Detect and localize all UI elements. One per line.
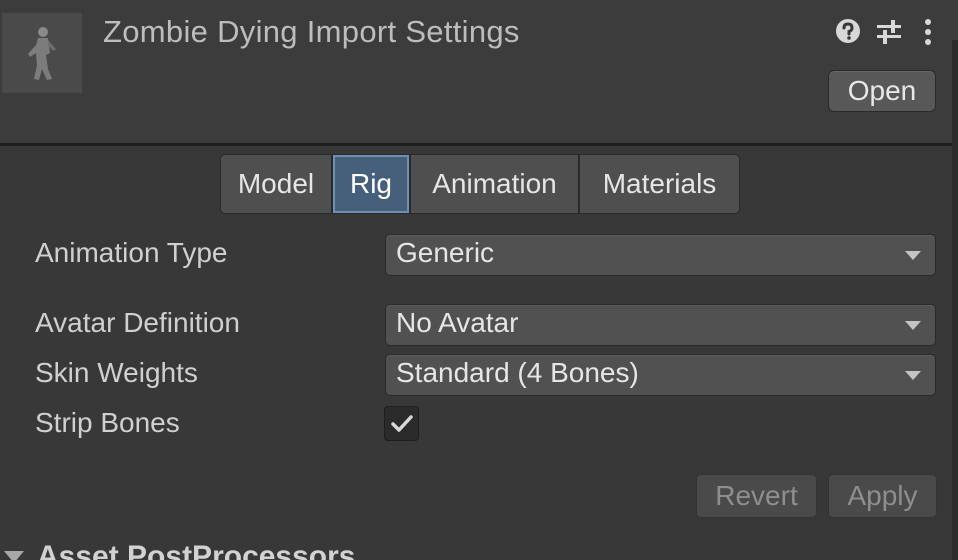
animation-type-value: Generic: [396, 237, 495, 268]
inspector-header: Zombie Dying Import Settings Open: [0, 0, 958, 144]
chevron-down-icon: [905, 321, 921, 330]
chevron-down-icon: [905, 371, 921, 380]
animation-type-label: Animation Type: [35, 237, 228, 268]
help-icon[interactable]: [835, 18, 861, 49]
presets-icon[interactable]: [875, 18, 903, 51]
asset-postprocessors-header[interactable]: Asset PostProcessors: [37, 540, 356, 560]
open-button[interactable]: Open: [828, 70, 936, 112]
skin-weights-value: Standard (4 Bones): [396, 357, 639, 388]
tab-rig[interactable]: Rig: [333, 155, 409, 213]
strip-bones-checkbox[interactable]: [384, 406, 419, 441]
skin-weights-label: Skin Weights: [35, 357, 198, 388]
chevron-down-icon: [905, 251, 921, 260]
avatar-definition-dropdown[interactable]: No Avatar: [385, 304, 936, 346]
foldout-arrow-icon[interactable]: [4, 551, 24, 560]
tab-model[interactable]: Model: [221, 155, 331, 213]
import-tabs: Model Rig Animation Materials: [220, 154, 740, 214]
checkmark-icon: [391, 415, 413, 432]
animation-type-dropdown[interactable]: Generic: [385, 234, 936, 276]
avatar-definition-label: Avatar Definition: [35, 307, 240, 338]
revert-button[interactable]: Revert: [696, 474, 817, 518]
header-divider: [0, 143, 958, 146]
page-title: Zombie Dying Import Settings: [103, 14, 520, 49]
apply-button[interactable]: Apply: [828, 474, 937, 518]
skin-weights-dropdown[interactable]: Standard (4 Bones): [385, 354, 936, 396]
scrollbar-track[interactable]: [952, 40, 958, 560]
import-settings-inspector: Zombie Dying Import Settings Open Model …: [0, 0, 958, 560]
tab-animation[interactable]: Animation: [411, 155, 578, 213]
strip-bones-label: Strip Bones: [35, 407, 180, 438]
tab-materials[interactable]: Materials: [580, 155, 739, 213]
kebab-menu-icon[interactable]: [922, 18, 934, 51]
avatar-definition-value: No Avatar: [396, 307, 519, 338]
model-thumbnail: [2, 13, 82, 93]
